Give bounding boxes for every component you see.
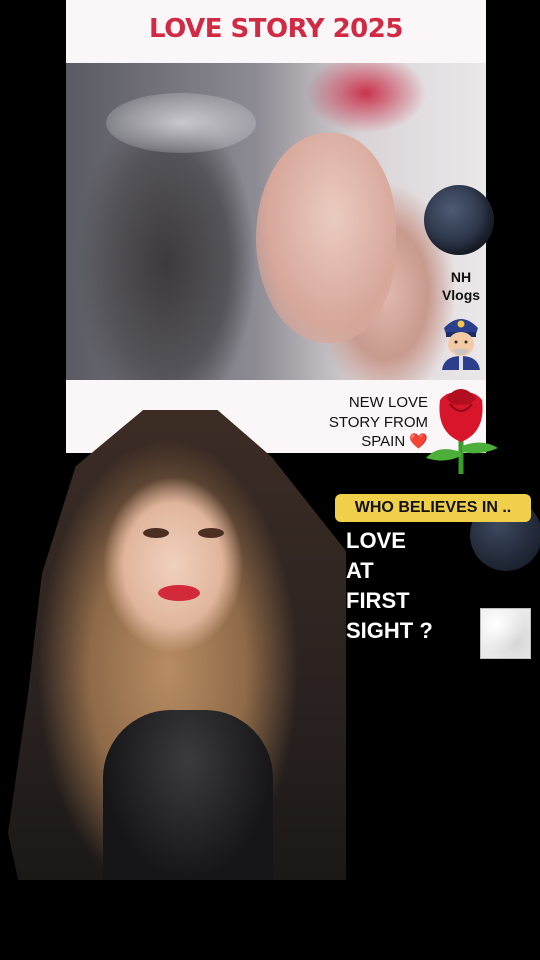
new-moon-icon	[424, 185, 494, 255]
eye-right	[198, 528, 224, 538]
eye-left	[143, 528, 169, 538]
police-officer-icon	[442, 319, 480, 370]
channel-name-line1: NH	[450, 269, 472, 285]
question-text: LOVE AT FIRST SIGHT ?	[346, 526, 486, 646]
channel-name-line2: Vlogs	[441, 287, 481, 303]
question-line: AT	[346, 558, 374, 583]
presenter-photo	[8, 410, 346, 880]
helmet-highlight	[106, 93, 256, 153]
question-line: LOVE	[346, 528, 406, 553]
rose-icon	[426, 389, 498, 474]
white-square-sticker-icon	[480, 608, 531, 659]
question-badge: WHO BELIEVES IN ..	[335, 494, 531, 522]
caption-line3: SPAIN ❤️	[361, 433, 428, 450]
caption-line2: STORY FROM	[328, 413, 428, 431]
lips	[158, 585, 200, 601]
face-blur	[256, 133, 396, 343]
story-caption: NEW LOVE STORY FROM SPAIN ❤️	[314, 393, 428, 452]
caption-line1: NEW LOVE	[348, 394, 428, 411]
leather-jacket	[103, 710, 273, 880]
channel-name[interactable]: NH Vlogs	[436, 268, 486, 304]
question-line: SIGHT ?	[346, 618, 433, 643]
video-still-image[interactable]	[66, 63, 486, 380]
question-line: FIRST	[346, 588, 410, 613]
card-title: LOVE STORY 2025	[149, 14, 403, 44]
